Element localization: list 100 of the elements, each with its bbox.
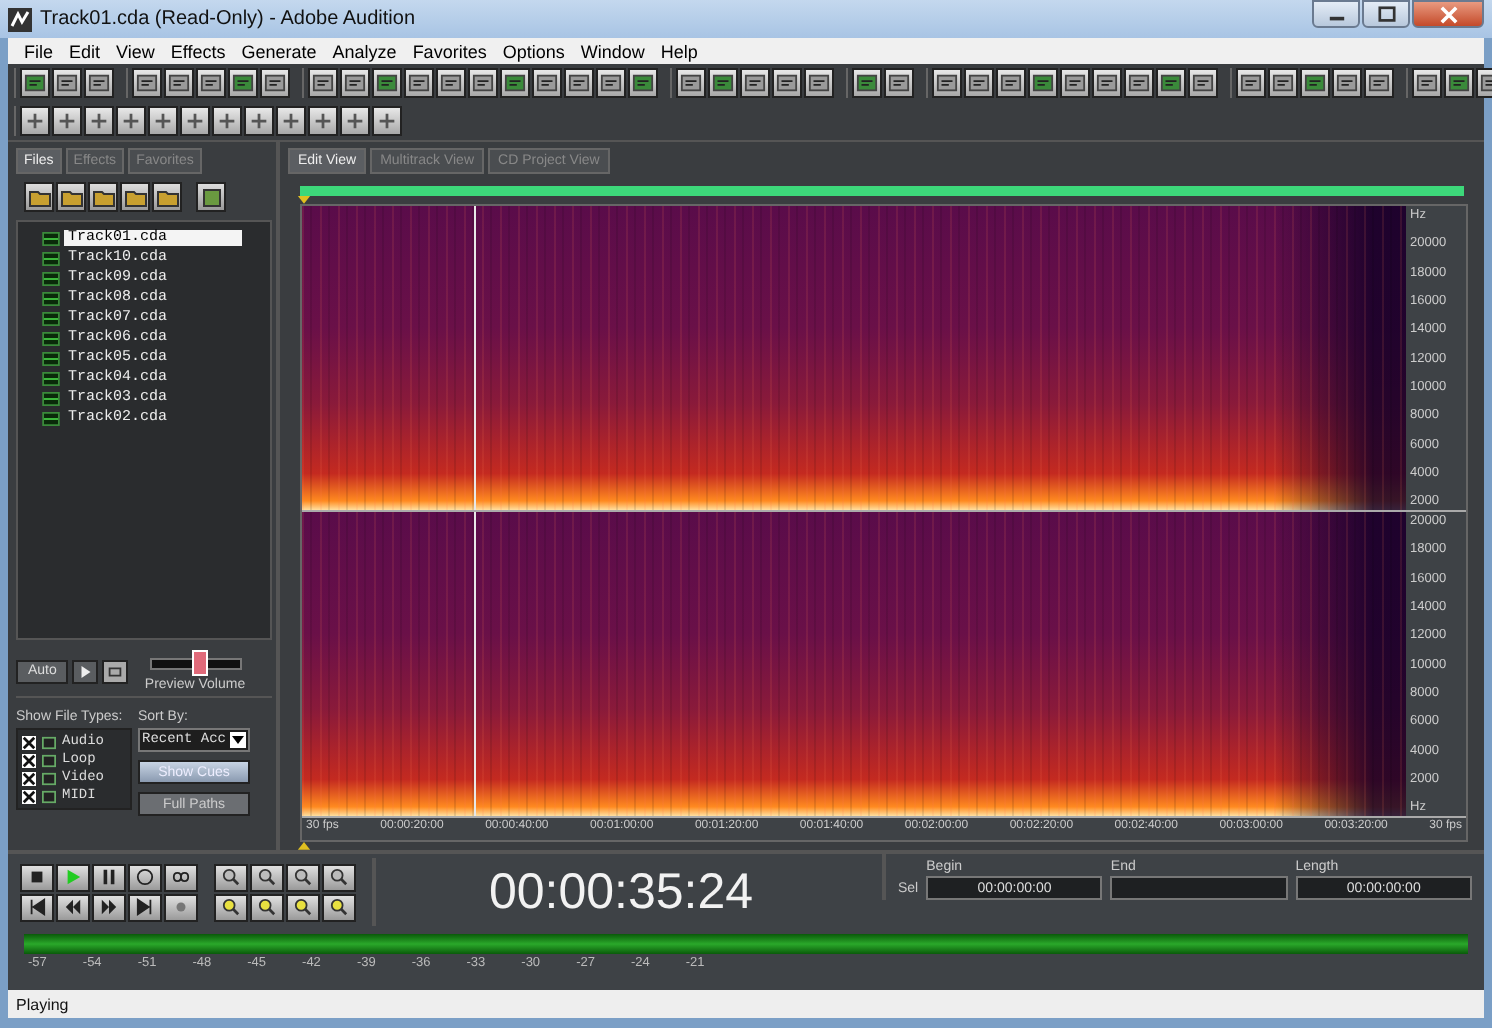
toolbar-button[interactable] [244,106,274,136]
toolbar-button[interactable] [260,68,290,98]
toolbar-button[interactable] [1028,68,1058,98]
menu-item[interactable]: Options [494,41,573,61]
toolbar-button[interactable] [164,68,194,98]
transport-button[interactable] [20,863,54,891]
menu-item[interactable]: Window [572,41,653,61]
toolbar-button[interactable] [932,68,962,98]
menu-item[interactable]: Analyze [324,41,405,61]
transport-button[interactable] [164,893,198,921]
toolbar-button[interactable] [964,68,994,98]
toolbar-button[interactable] [804,68,834,98]
file-tool-button[interactable] [24,182,54,212]
toolbar-button[interactable] [404,68,434,98]
file-tool-button[interactable] [152,182,182,212]
transport-button[interactable] [128,863,162,891]
checkbox[interactable] [22,789,36,803]
overview-range-bar[interactable] [300,186,1464,197]
menu-item[interactable]: Edit [61,41,109,61]
toolbar-button[interactable] [20,106,50,136]
toolbar-button[interactable] [308,68,338,98]
toolbar-button[interactable] [196,68,226,98]
menu-item[interactable]: Help [652,41,706,61]
selection-end-field[interactable] [1110,876,1288,900]
zoom-button[interactable] [286,893,320,921]
zoom-button[interactable] [250,863,284,891]
zoom-button[interactable] [322,893,356,921]
toolbar-button[interactable] [436,68,466,98]
toolbar-button[interactable] [116,106,146,136]
play-button[interactable] [72,659,99,683]
toolbar-button[interactable] [84,68,114,98]
transport-button[interactable] [92,863,126,891]
toolbar-button[interactable] [20,68,50,98]
transport-button[interactable] [92,893,126,921]
toolbar-button[interactable] [52,68,82,98]
toolbar-button[interactable] [500,68,530,98]
toolbar-button[interactable] [996,68,1026,98]
close-button[interactable] [1412,0,1484,28]
toolbar-button[interactable] [1412,68,1442,98]
toolbar-button[interactable] [52,106,82,136]
toolbar-button[interactable] [1268,68,1298,98]
zoom-button[interactable] [286,863,320,891]
toolbar-button[interactable] [276,106,306,136]
zoom-button[interactable] [214,863,248,891]
transport-button[interactable] [56,863,90,891]
toolbar-button[interactable] [852,68,882,98]
toolbar-button[interactable] [1236,68,1266,98]
slider-thumb[interactable] [191,650,208,676]
toolbar-button[interactable] [532,68,562,98]
file-tool-button[interactable] [88,182,118,212]
transport-button[interactable] [20,893,54,921]
loop-button[interactable] [102,659,129,683]
zoom-button[interactable] [214,893,248,921]
toolbar-button[interactable] [372,106,402,136]
file-tool-button[interactable] [196,182,226,212]
toolbar-button[interactable] [564,68,594,98]
toolbar-button[interactable] [1060,68,1090,98]
file-tool-button[interactable] [120,182,150,212]
toolbar-button[interactable] [1332,68,1362,98]
toolbar-button[interactable] [148,106,178,136]
menu-item[interactable]: Favorites [404,41,495,61]
toolbar-button[interactable] [1188,68,1218,98]
toolbar-button[interactable] [1156,68,1186,98]
toolbar-button[interactable] [228,68,258,98]
transport-button[interactable] [128,893,162,921]
toolbar-button[interactable] [1124,68,1154,98]
toolbar-button[interactable] [596,68,626,98]
toolbar-button[interactable] [132,68,162,98]
toolbar-button[interactable] [1092,68,1122,98]
zoom-button[interactable] [322,863,356,891]
toolbar-button[interactable] [884,68,914,98]
transport-button[interactable] [56,893,90,921]
toolbar-button[interactable] [340,68,370,98]
menu-item[interactable]: Generate [233,41,325,61]
toolbar-button[interactable] [1444,68,1474,98]
checkbox[interactable] [22,771,36,785]
toolbar-button[interactable] [1300,68,1330,98]
toolbar-button[interactable] [676,68,706,98]
toolbar-button[interactable] [708,68,738,98]
file-tool-button[interactable] [56,182,86,212]
menu-item[interactable]: Effects [162,41,234,61]
toolbar-button[interactable] [340,106,370,136]
toolbar-button[interactable] [772,68,802,98]
toolbar-button[interactable] [740,68,770,98]
maximize-button[interactable] [1362,0,1410,28]
checkbox[interactable] [22,735,36,749]
toolbar-button[interactable] [372,68,402,98]
toolbar-button[interactable] [308,106,338,136]
toolbar-button[interactable] [628,68,658,98]
checkbox[interactable] [22,753,36,767]
toolbar-button[interactable] [212,106,242,136]
menu-item[interactable]: File [16,41,62,61]
menu-item[interactable]: View [108,41,163,61]
toolbar-button[interactable] [84,106,114,136]
transport-button[interactable] [164,863,198,891]
toolbar-button[interactable] [180,106,210,136]
minimize-button[interactable] [1312,0,1360,28]
toolbar-button[interactable] [468,68,498,98]
toolbar-button[interactable] [1364,68,1394,98]
zoom-button[interactable] [250,893,284,921]
